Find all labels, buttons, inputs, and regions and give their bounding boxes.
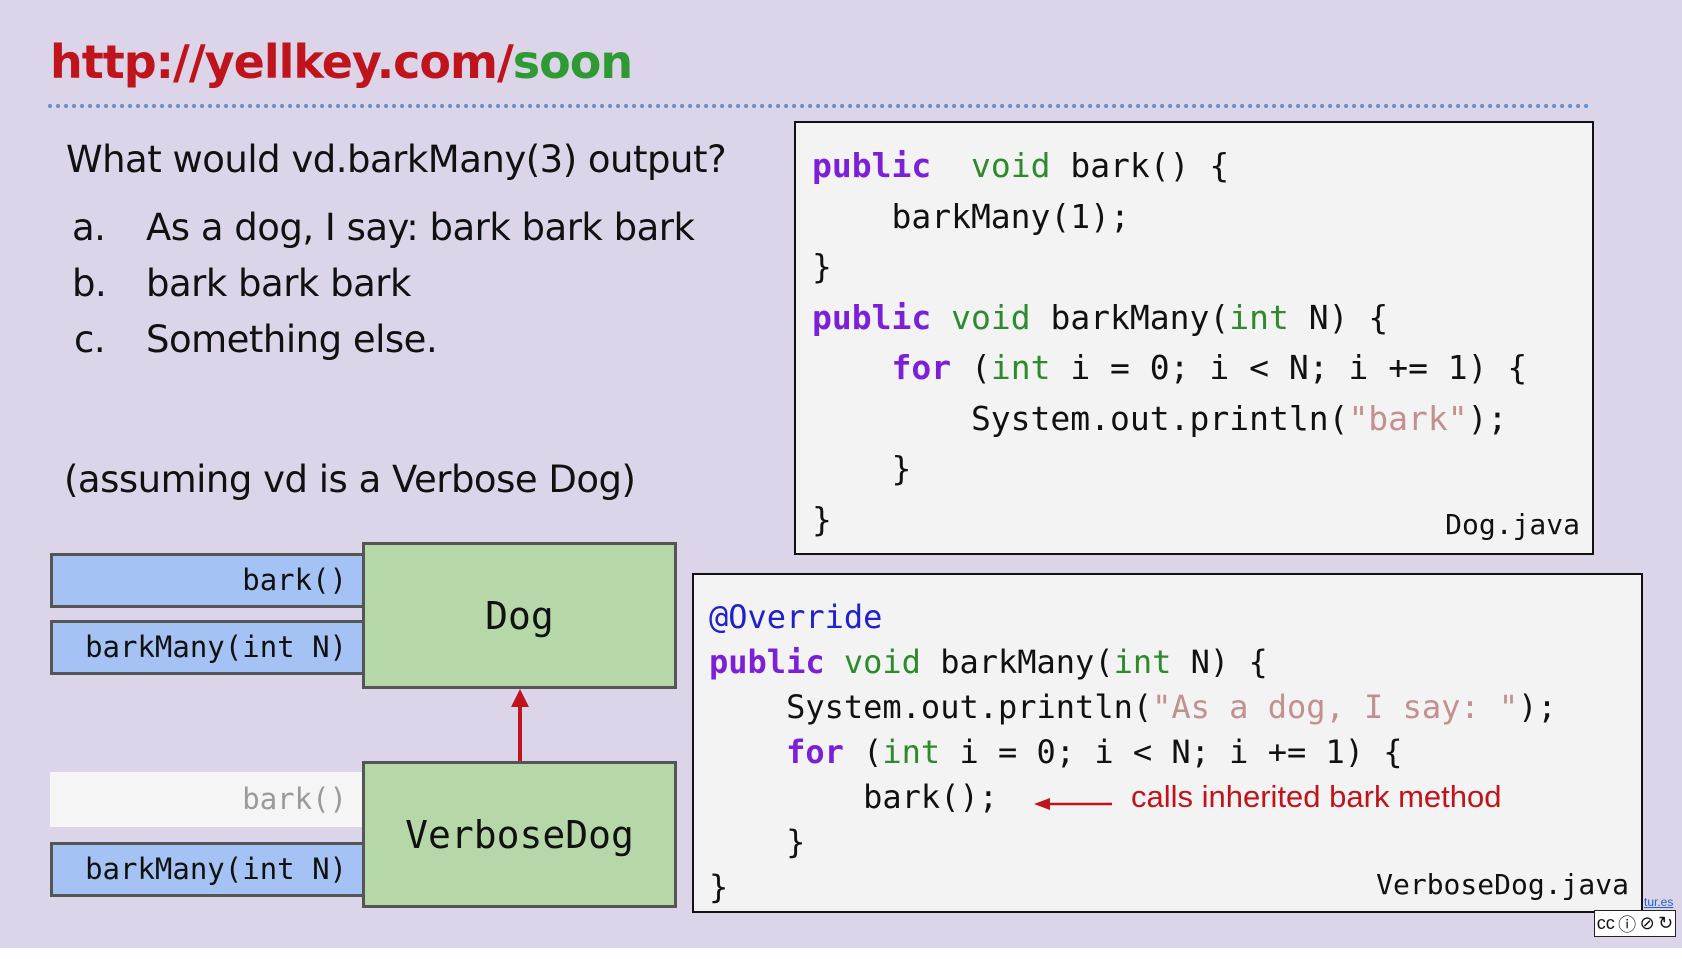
dog-code-line: barkMany(1); — [812, 196, 1130, 236]
slide-title[interactable]: http://yellkey.com/soon — [50, 30, 633, 94]
option-b-text: bark bark bark — [146, 262, 411, 305]
nc-icon: ⊘ — [1639, 913, 1655, 933]
dog-code-line: } — [812, 247, 832, 286]
verbose-code-line: System.out.println("As a dog, I say: "); — [709, 688, 1557, 726]
verbosedog-class-box: VerboseDog — [362, 761, 677, 908]
verbose-code-line: } — [709, 823, 806, 861]
option-b-label: b. — [72, 262, 107, 305]
slide: http://yellkey.com/soon What would vd.ba… — [0, 0, 1682, 948]
verbose-code: @Override public void barkMany(int N) { S… — [709, 595, 1557, 910]
dog-method-bark: bark() — [50, 553, 366, 608]
dog-code: public void bark() { barkMany(1);} public… — [812, 141, 1527, 545]
question-text: What would vd.barkMany(3) output? — [66, 138, 727, 181]
verbose-method-barkmany: barkMany(int N) — [50, 842, 366, 897]
annotation-text: calls inherited bark method — [1131, 779, 1502, 814]
assumption-text: (assuming vd is a Verbose Dog) — [64, 458, 636, 501]
title-url-part: http://yellkey.com/ — [50, 35, 514, 89]
annotation-arrow — [1034, 796, 1114, 812]
dog-class-box: Dog — [362, 542, 677, 689]
verbose-filename: VerboseDog.java — [1376, 868, 1629, 901]
cc-icon: cc — [1596, 913, 1615, 933]
dog-code-box: public void bark() { barkMany(1);} public… — [794, 121, 1594, 555]
dog-code-line: } — [812, 499, 832, 539]
creative-commons-badge: cc ⓘ ⊘ ↻ — [1594, 910, 1676, 937]
verbose-code-line: @Override — [709, 598, 883, 636]
by-icon: ⓘ — [1618, 914, 1637, 935]
option-c-text: Something else. — [146, 318, 438, 361]
inheritance-arrow — [505, 689, 535, 764]
title-keyword: soon — [512, 35, 633, 89]
dog-code-line: public void bark() { — [812, 146, 1230, 185]
tur-link[interactable]: tur.es — [1644, 895, 1673, 909]
verbose-method-bark-inherited: bark() — [50, 772, 366, 827]
dog-code-line: for (int i = 0; i < N; i += 1) { — [891, 348, 1528, 387]
dog-code-line: } — [812, 449, 912, 488]
verbose-code-box: @Override public void barkMany(int N) { S… — [692, 573, 1643, 913]
dog-code-line: public void barkMany(int N) { — [812, 297, 1389, 337]
dog-code-line: System.out.println("bark"); — [812, 398, 1508, 438]
verbose-code-line: public void barkMany(int N) { — [709, 643, 1268, 681]
option-a-label: a. — [72, 206, 106, 249]
option-a-text: As a dog, I say: bark bark bark — [146, 206, 695, 249]
dog-filename: Dog.java — [1445, 508, 1580, 541]
dog-method-barkmany: barkMany(int N) — [50, 620, 366, 675]
title-divider — [48, 104, 1590, 108]
verbose-code-line: for (int i = 0; i < N; i += 1) { — [786, 733, 1403, 771]
option-c-label: c. — [74, 318, 106, 361]
sa-icon: ↻ — [1658, 913, 1674, 933]
